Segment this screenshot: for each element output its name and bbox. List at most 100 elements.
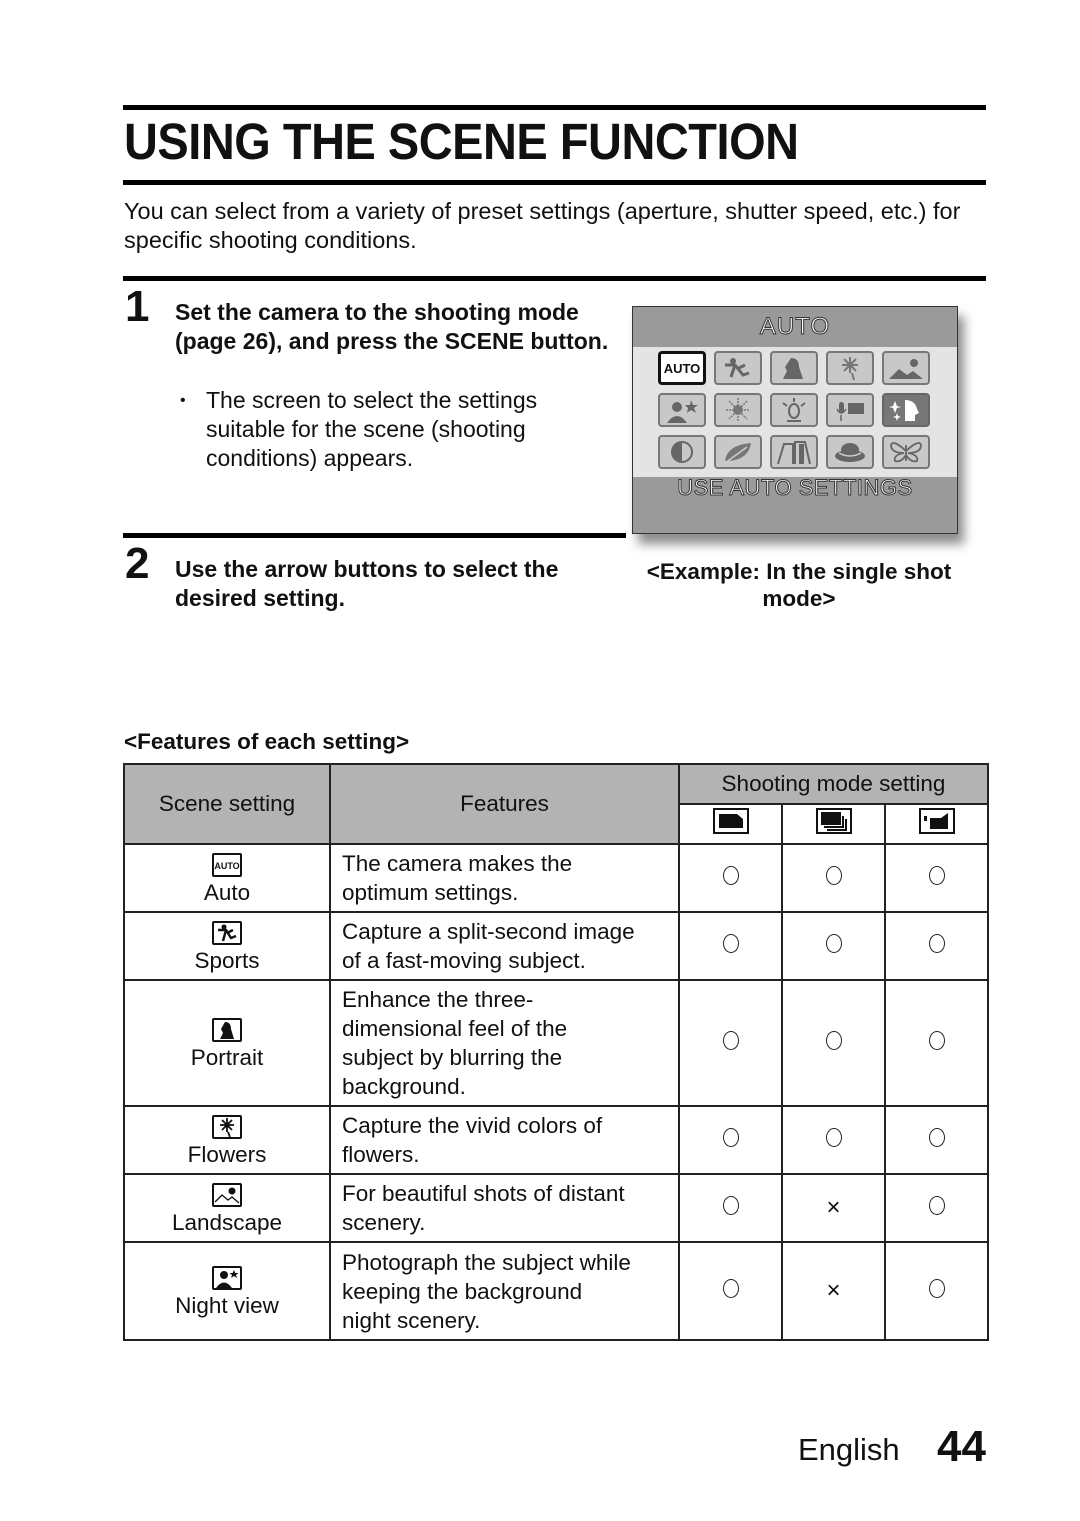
auto-icon[interactable]: AUTO: [658, 351, 706, 385]
feature-description: Enhance the three-dimensional feel of th…: [329, 979, 680, 1107]
available-mark: [722, 1196, 739, 1215]
step-1-bullet-text: The screen to select the settings suitab…: [206, 387, 538, 471]
feature-description: Capture the vivid colors of flowers.: [329, 1105, 680, 1175]
mode-video: [884, 803, 989, 845]
butterfly-icon[interactable]: [882, 435, 930, 469]
scene-cell: Flowers: [123, 1105, 331, 1175]
availability-cell: [678, 1241, 783, 1341]
feature-line: For beautiful shots of distant: [342, 1181, 625, 1206]
title-rule-bottom: [123, 180, 986, 185]
feature-line: scenery.: [342, 1210, 426, 1235]
available-mark: [928, 1196, 945, 1215]
available-mark: [722, 934, 739, 953]
step-1-bullet: • The screen to select the settings suit…: [180, 386, 600, 473]
step1-rule: [123, 276, 986, 281]
lcd-scene-screen: AUTO AUTO USE AUTO SETTINGS: [632, 306, 958, 534]
availability-cell: [884, 1105, 989, 1175]
available-mark: [722, 1279, 739, 1298]
night-view-icon[interactable]: [658, 393, 706, 427]
footer-language: English: [798, 1432, 900, 1467]
sports-icon[interactable]: [714, 351, 762, 385]
scene-cell: AUTO Auto: [123, 843, 331, 913]
page-title: USING THE SCENE FUNCTION: [124, 113, 799, 170]
sparkle-face-icon[interactable]: [882, 393, 930, 427]
example-caption: <Example: In the single shot mode>: [646, 559, 952, 611]
scene-cell: Portrait: [123, 979, 331, 1107]
flowers-icon: [212, 1115, 242, 1140]
availability-cell: [781, 911, 886, 981]
table-row: Night view Photograph the subject while ke…: [123, 1241, 989, 1341]
scene-cell: Night view: [123, 1241, 331, 1341]
availability-cell: [884, 911, 989, 981]
landscape-icon[interactable]: [882, 351, 930, 385]
availability-cell: [884, 1241, 989, 1341]
header-shooting-mode: Shooting mode setting: [678, 763, 989, 805]
scene-cell: Sports: [123, 911, 331, 981]
step-2-number: 2: [125, 539, 150, 588]
header-features: Features: [329, 763, 680, 845]
available-mark: [825, 1031, 842, 1050]
feature-line: background.: [342, 1074, 466, 1099]
available-mark: [722, 1128, 739, 1147]
table-row: AUTO Auto The camera makes the optimum sett…: [123, 843, 989, 913]
availability-cell: [781, 843, 886, 913]
leaf-icon[interactable]: [714, 435, 762, 469]
landscape-icon: [212, 1183, 242, 1208]
feature-line: subject by blurring the: [342, 1045, 563, 1070]
feature-line: Capture the vivid colors of: [342, 1113, 603, 1138]
unavailable-mark: ×: [826, 1277, 841, 1304]
lamp-icon[interactable]: [770, 393, 818, 427]
auto-icon: AUTO: [212, 853, 242, 878]
table-row: Flowers Capture the vivid colors of flower…: [123, 1105, 989, 1175]
step-1-number: 1: [125, 282, 150, 331]
page-number: 44: [937, 1422, 986, 1471]
availability-cell: [781, 979, 886, 1107]
features-label: <Features of each setting>: [124, 729, 410, 754]
availability-cell: ×: [781, 1173, 886, 1243]
svg-text:AUTO: AUTO: [214, 861, 239, 871]
feature-description: For beautiful shots of distant scenery.: [329, 1173, 680, 1243]
title-rule-top: [123, 105, 986, 110]
feature-line: Photograph the subject while: [342, 1249, 631, 1275]
buildings-icon[interactable]: [770, 435, 818, 469]
availability-cell: [884, 979, 989, 1107]
mode-sequential-shot: [781, 803, 886, 845]
available-mark: [928, 1128, 945, 1147]
portrait-icon[interactable]: [770, 351, 818, 385]
feature-description: Capture a split-second image of a fast-mo…: [329, 911, 680, 981]
feature-line: Capture a split-second image: [342, 919, 635, 944]
mode-single-shot: [678, 803, 783, 845]
availability-cell: [678, 843, 783, 913]
scene-name: Night view: [175, 1293, 279, 1318]
features-table: Scene setting Features Shooting mode set…: [123, 763, 989, 1341]
available-mark: [928, 1031, 945, 1050]
feature-line: flowers.: [342, 1142, 420, 1167]
unavailable-mark: ×: [826, 1194, 841, 1221]
availability-cell: [678, 911, 783, 981]
table-row: Portrait Enhance the three-dimensional fe…: [123, 979, 989, 1107]
lcd-footer: USE AUTO SETTINGS: [677, 475, 913, 501]
bullet-dot: •: [180, 392, 186, 409]
sequential-shot-icon: [815, 808, 852, 834]
video-icon: [918, 808, 955, 834]
voice-memo-icon[interactable]: [826, 393, 874, 427]
available-mark: [825, 934, 842, 953]
feature-line: The camera makes the: [342, 851, 573, 876]
flowers-icon[interactable]: [826, 351, 874, 385]
feature-description: The camera makes the optimum settings.: [329, 843, 680, 913]
step2-rule: [123, 533, 626, 538]
available-mark: [928, 1279, 945, 1298]
hat-icon[interactable]: [826, 435, 874, 469]
contrast-icon[interactable]: [658, 435, 706, 469]
step-2-heading: Use the arrow buttons to select the desi…: [175, 556, 559, 611]
scene-name: Sports: [194, 948, 260, 973]
sports-icon: [212, 921, 242, 946]
feature-line: keeping the background: [342, 1278, 583, 1304]
availability-cell: ×: [781, 1241, 886, 1341]
fireworks-icon[interactable]: [714, 393, 762, 427]
scene-name: Auto: [203, 880, 251, 905]
feature-description: Photograph the subject while keeping the …: [329, 1241, 680, 1341]
feature-line: optimum settings.: [342, 880, 519, 905]
availability-cell: [781, 1105, 886, 1175]
feature-line: of a fast-moving subject.: [342, 948, 586, 973]
